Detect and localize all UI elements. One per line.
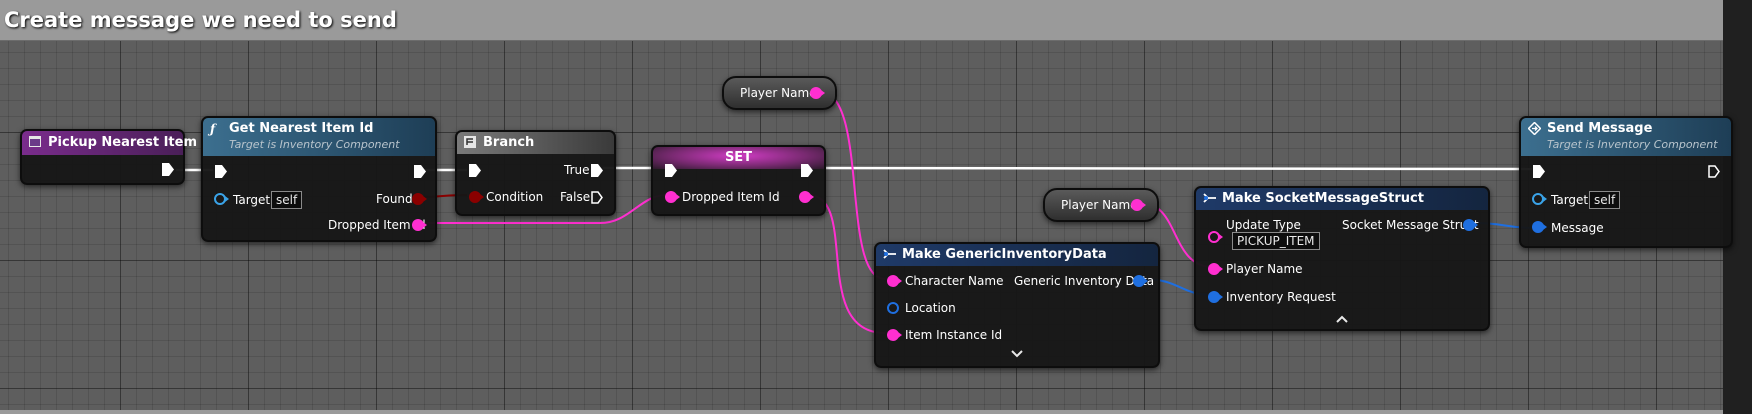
true-label: True	[564, 163, 590, 177]
dropped-item-id-out-pin[interactable]	[799, 191, 814, 203]
node-header[interactable]: Send Message Target is Inventory Compone…	[1521, 118, 1731, 156]
node-subtitle: Target is Inventory Component	[1547, 138, 1718, 151]
event-node-pickup-nearest-item[interactable]: Pickup Nearest Item	[20, 129, 197, 185]
socket-message-struct-label: Socket Message Struct	[1342, 218, 1479, 232]
player-name-label: Player Name	[1226, 262, 1303, 276]
exec-true-pin[interactable]	[591, 164, 603, 177]
target-pin[interactable]	[1532, 193, 1547, 205]
dropped-item-id-pin[interactable]	[412, 219, 427, 231]
node-header[interactable]: SET	[653, 147, 824, 169]
exec-in-pin[interactable]	[665, 164, 677, 177]
function-node-send-message[interactable]: Send Message Target is Inventory Compone…	[1519, 116, 1733, 248]
exec-out-pin[interactable]	[1708, 165, 1720, 178]
generic-inventory-data-out-pin[interactable]	[1133, 275, 1148, 287]
update-type-value-field[interactable]: PICKUP_ITEM	[1232, 232, 1320, 250]
node-title: Pickup Nearest Item	[48, 135, 198, 150]
dropped-item-id-label: Dropped Item Id	[682, 190, 780, 204]
condition-pin[interactable]	[469, 191, 484, 203]
item-instance-id-pin[interactable]	[887, 329, 902, 341]
target-value-field[interactable]: self	[1589, 191, 1621, 209]
branch-icon	[464, 136, 476, 151]
character-name-pin[interactable]	[887, 275, 902, 287]
make-struct-icon	[883, 248, 897, 263]
dropped-item-id-in-pin[interactable]	[665, 191, 680, 203]
message-label: Message	[1551, 221, 1604, 235]
exec-out-pin[interactable]	[414, 165, 426, 178]
exec-in-pin[interactable]	[215, 165, 227, 178]
exec-in-pin[interactable]	[469, 164, 481, 177]
comment-header[interactable]: Create message we need to send	[0, 0, 1723, 41]
node-title: Make SocketMessageStruct	[1222, 191, 1424, 206]
update-type-label: Update Type	[1226, 218, 1301, 232]
item-instance-id-label: Item Instance Id	[905, 328, 1003, 342]
node-header[interactable]: Branch	[457, 132, 614, 154]
blueprint-graph-canvas[interactable]: Create message we need to send Pickup Ne…	[0, 0, 1752, 414]
chevron-up-icon[interactable]	[1336, 313, 1348, 326]
node-title: Make GenericInventoryData	[902, 247, 1107, 262]
socket-message-struct-out-pin[interactable]	[1463, 219, 1478, 231]
condition-label: Condition	[486, 190, 544, 204]
target-label: Target	[1551, 193, 1589, 207]
target-label: Target	[233, 193, 271, 207]
dropped-item-id-label: Dropped Item Id	[328, 218, 426, 232]
player-name-out-pin[interactable]	[810, 87, 825, 99]
variable-label: Player Name	[1061, 198, 1138, 212]
node-header[interactable]: Pickup Nearest Item	[22, 131, 197, 155]
found-label: Found	[376, 192, 413, 206]
location-label: Location	[905, 301, 956, 315]
node-title: Get Nearest Item Id	[229, 121, 374, 136]
location-pin[interactable]	[887, 302, 899, 314]
node-header[interactable]: Make SocketMessageStruct	[1196, 188, 1488, 210]
character-name-label: Character Name	[905, 274, 1004, 288]
inventory-request-label: Inventory Request	[1226, 290, 1336, 304]
false-label: False	[560, 190, 591, 204]
exec-in-pin[interactable]	[1533, 165, 1545, 178]
set-variable-node[interactable]: SET Dropped Item Id	[651, 145, 826, 216]
exec-out-pin[interactable]	[801, 164, 813, 177]
node-title: Branch	[483, 135, 535, 150]
comment-border	[0, 410, 1723, 414]
make-struct-node-generic-inventory-data[interactable]: Make GenericInventoryData Character Name…	[874, 242, 1160, 368]
target-value-field[interactable]: self	[271, 191, 303, 209]
chevron-down-icon[interactable]	[1011, 348, 1023, 361]
found-pin[interactable]	[412, 193, 427, 205]
variable-getter-player-name[interactable]: Player Name	[722, 76, 837, 110]
node-title: Send Message	[1547, 121, 1653, 136]
node-title: SET	[724, 150, 753, 165]
node-header[interactable]: ƒ Get Nearest Item Id Target is Inventor…	[203, 118, 435, 156]
make-struct-icon	[1203, 192, 1217, 207]
node-subtitle: Target is Inventory Component	[229, 138, 400, 151]
message-pin[interactable]	[1532, 221, 1547, 233]
target-pin[interactable]	[214, 193, 229, 205]
make-struct-node-socket-message-struct[interactable]: Make SocketMessageStruct Update Type PIC…	[1194, 186, 1490, 331]
update-type-pin[interactable]	[1208, 231, 1223, 243]
exec-out-pin[interactable]	[162, 163, 174, 176]
function-icon: ƒ	[210, 122, 216, 136]
exec-false-pin[interactable]	[591, 191, 603, 204]
send-message-icon	[1527, 121, 1542, 138]
variable-getter-player-name[interactable]: Player Name	[1043, 188, 1159, 222]
event-icon	[29, 136, 41, 150]
player-name-out-pin[interactable]	[1131, 199, 1146, 211]
function-node-get-nearest-item-id[interactable]: ƒ Get Nearest Item Id Target is Inventor…	[201, 116, 437, 242]
player-name-pin[interactable]	[1208, 263, 1223, 275]
branch-node[interactable]: Branch True Condition False	[455, 130, 616, 216]
variable-label: Player Name	[740, 86, 817, 100]
comment-title[interactable]: Create message we need to send	[4, 8, 397, 32]
node-header[interactable]: Make GenericInventoryData	[876, 244, 1158, 266]
inventory-request-pin[interactable]	[1208, 291, 1223, 303]
